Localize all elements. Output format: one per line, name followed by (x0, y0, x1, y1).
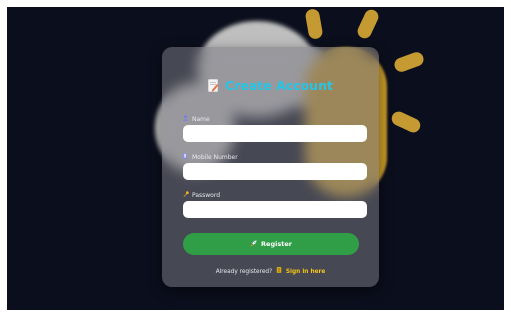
sun-ray (389, 109, 423, 135)
name-label: Name (183, 115, 210, 123)
register-button[interactable]: Register (183, 233, 359, 255)
signin-prompt: Already registered? Sign in here (162, 267, 379, 275)
page-title: Create Account (162, 78, 379, 95)
sun-ray (392, 50, 426, 74)
password-label-text: Password (192, 192, 221, 199)
sun-ray (304, 8, 324, 40)
name-input[interactable] (183, 125, 367, 142)
mobile-number-label: Mobile Number (183, 153, 238, 161)
registration-card: Create Account Name Mobile Number Passwo… (162, 47, 379, 287)
door-icon (276, 267, 282, 275)
register-button-label: Register (261, 240, 292, 248)
page-background: Create Account Name Mobile Number Passwo… (7, 7, 504, 310)
mobile-number-input[interactable] (183, 163, 367, 180)
password-input[interactable] (183, 201, 367, 218)
document-edit-icon (208, 79, 219, 95)
user-icon (183, 115, 189, 123)
signin-link[interactable]: Sign in here (286, 269, 325, 275)
phone-icon (183, 153, 189, 161)
signin-prompt-text: Already registered? (215, 269, 273, 275)
sun-ray (355, 7, 381, 41)
title-text: Create Account (225, 78, 333, 93)
password-label: Password (183, 191, 220, 199)
name-label-text: Name (192, 116, 210, 123)
rocket-icon (250, 239, 257, 249)
key-icon (183, 191, 189, 199)
mobile-number-label-text: Mobile Number (192, 154, 238, 161)
